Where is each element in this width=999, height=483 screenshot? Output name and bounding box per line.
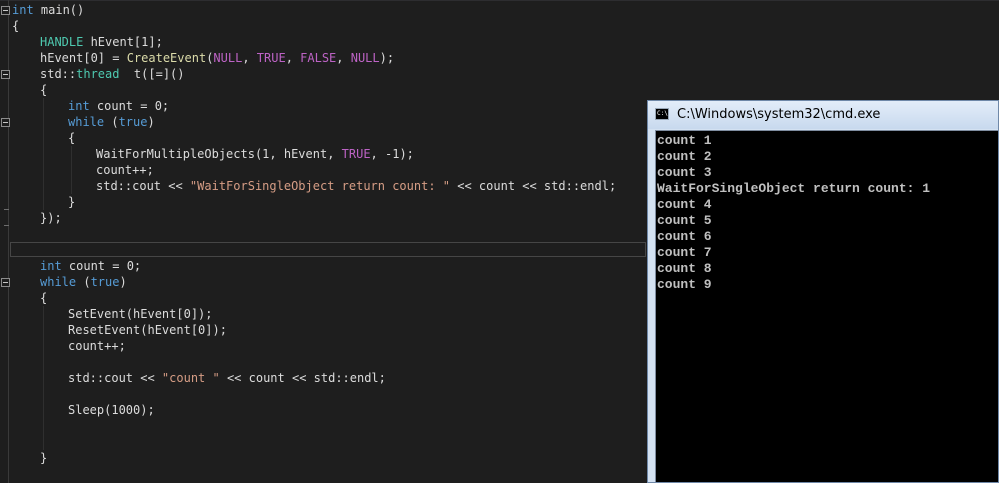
console-line: count 2: [657, 149, 712, 164]
code-line: SetEvent(hEvent[0]);: [68, 307, 213, 321]
indent-guide: [43, 98, 44, 210]
code-line: {: [68, 131, 76, 145]
console-line: count 8: [657, 261, 712, 276]
code-line: {: [12, 19, 20, 33]
console-line: WaitForSingleObject return count: 1: [657, 181, 931, 196]
code-line: }: [68, 195, 76, 209]
code-line: count++;: [68, 339, 126, 353]
code-line: count++;: [96, 163, 154, 177]
code-line: std::thread t([=](): [40, 67, 185, 81]
cmd-console-output[interactable]: count 1 count 2 count 3 WaitForSingleObj…: [655, 130, 998, 482]
code-line: {: [40, 83, 48, 97]
code-line: WaitForMultipleObjects(1, hEvent, TRUE, …: [96, 147, 414, 161]
cmd-window-title: C:\Windows\system32\cmd.exe: [677, 107, 881, 122]
code-line: while (true): [40, 275, 127, 289]
code-line: {: [40, 291, 48, 305]
code-line: while (true): [68, 115, 155, 129]
indent-guide: [71, 146, 72, 194]
code-line: HANDLE hEvent[1];: [40, 35, 163, 49]
code-line: ResetEvent(hEvent[0]);: [68, 323, 227, 337]
console-line: count 7: [657, 245, 712, 260]
console-line: count 3: [657, 165, 712, 180]
fold-end-marker: [4, 225, 9, 226]
fold-end-marker: [4, 209, 9, 210]
code-line: int count = 0;: [68, 99, 170, 113]
editor-top-border: [0, 0, 999, 1]
indent-guide: [43, 306, 44, 450]
code-line: int main(): [12, 3, 85, 17]
code-line: std::cout << "count " << count << std::e…: [68, 371, 386, 385]
console-line: count 6: [657, 229, 712, 244]
console-line: count 5: [657, 213, 712, 228]
console-line: count 9: [657, 277, 712, 292]
console-line: count 1: [657, 133, 712, 148]
collapse-icon[interactable]: [1, 6, 10, 15]
cmd-titlebar[interactable]: C:\ C:\Windows\system32\cmd.exe: [648, 101, 998, 129]
current-line-highlight: [10, 242, 646, 257]
collapse-icon[interactable]: [1, 278, 10, 287]
collapse-icon[interactable]: [1, 118, 10, 127]
code-line: int count = 0;: [40, 259, 142, 273]
cmd-app-icon: C:\: [655, 108, 669, 120]
console-line: count 4: [657, 197, 712, 212]
cmd-window[interactable]: C:\ C:\Windows\system32\cmd.exe count 1 …: [647, 100, 999, 483]
code-line: std::cout << "WaitForSingleObject return…: [96, 179, 617, 193]
code-line: }: [40, 451, 48, 465]
code-line: hEvent[0] = CreateEvent(NULL, TRUE, FALS…: [40, 51, 395, 65]
collapse-icon[interactable]: [1, 70, 10, 79]
code-line: });: [40, 211, 62, 225]
code-line: Sleep(1000);: [68, 403, 155, 417]
